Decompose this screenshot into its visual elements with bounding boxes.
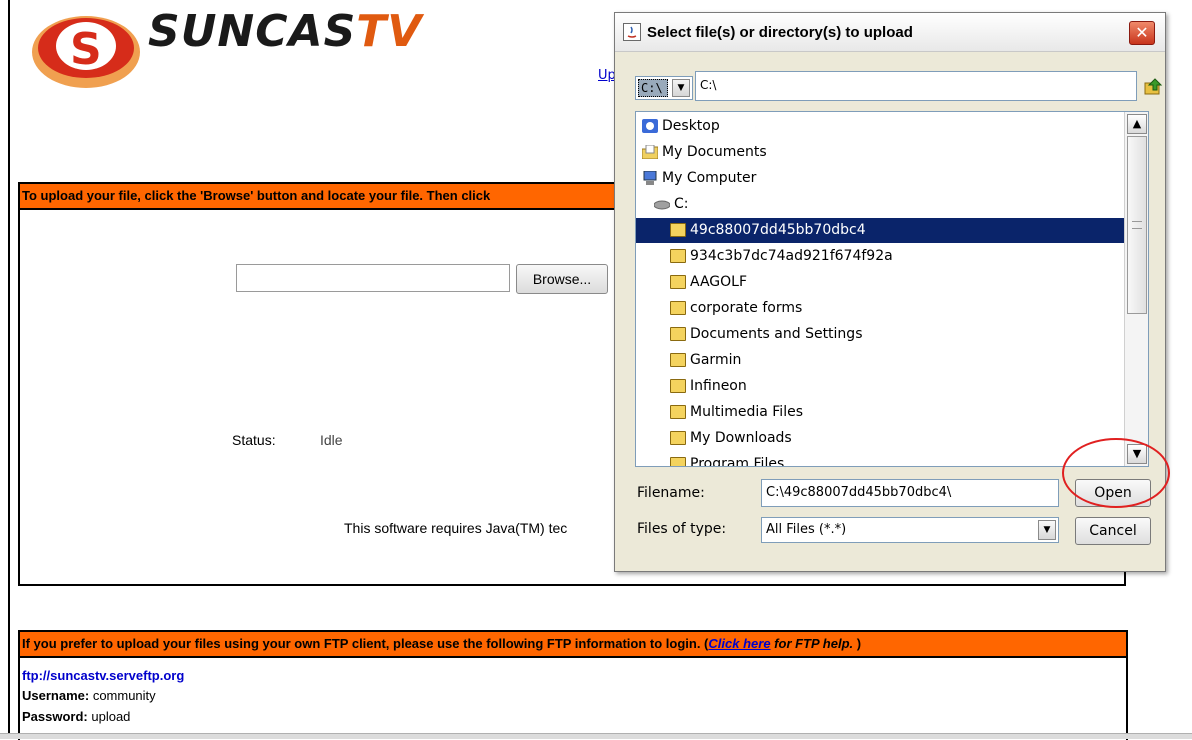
grip-icon [1132, 221, 1142, 229]
list-item-my-documents[interactable]: My Documents [636, 140, 1124, 165]
list-item-label: AAGOLF [690, 274, 748, 290]
ftp-header-text: If you prefer to upload your files using… [22, 636, 709, 651]
logo-wordmark-tv: TV [356, 6, 423, 57]
cancel-button[interactable]: Cancel [1075, 517, 1151, 545]
dialog-title: Select file(s) or directory(s) to upload [647, 24, 913, 41]
folder-icon [670, 275, 686, 289]
list-item-label: 49c88007dd45bb70dbc4 [690, 222, 866, 238]
list-item-label: Documents and Settings [690, 326, 863, 342]
path-field[interactable]: C:\ [695, 71, 1137, 101]
list-item-folder[interactable]: My Downloads [636, 426, 1124, 451]
highlight-circle-annotation [1062, 438, 1170, 508]
logo-wordmark-main: SUNCAS [148, 6, 357, 57]
list-item-label: Garmin [690, 352, 742, 368]
ftp-info-header: If you prefer to upload your files using… [20, 632, 1126, 658]
list-item-label: Multimedia Files [690, 404, 803, 420]
list-item-desktop[interactable]: Desktop [636, 114, 1124, 139]
up-folder-icon[interactable] [1143, 77, 1163, 97]
filename-field[interactable]: C:\49c88007dd45bb70dbc4\ [761, 479, 1059, 507]
status-label: Status: [232, 432, 276, 448]
ftp-username-key: Username: [22, 688, 90, 703]
list-item-folder[interactable]: Infineon [636, 374, 1124, 399]
list-item-label: Infineon [690, 378, 747, 394]
list-item-folder[interactable]: Multimedia Files [636, 400, 1124, 425]
list-item-label: Program Files [690, 456, 785, 467]
page-left-border [8, 0, 10, 738]
ftp-url-link[interactable]: ftp://suncastv.serveftp.org [22, 668, 184, 683]
list-item-label: C: [674, 196, 689, 212]
list-item-my-computer[interactable]: My Computer [636, 166, 1124, 191]
list-item-folder[interactable]: Documents and Settings [636, 322, 1124, 347]
list-item-folder[interactable]: 934c3b7dc74ad921f674f92a [636, 244, 1124, 269]
list-item-drive-c[interactable]: C: [636, 192, 1124, 217]
chevron-down-icon[interactable]: ▼ [1038, 520, 1056, 540]
folder-icon [670, 301, 686, 315]
files-of-type-value: All Files (*.*) [766, 522, 847, 537]
my-documents-icon [642, 145, 658, 159]
drive-icon [654, 200, 670, 210]
list-item-label: corporate forms [690, 300, 803, 316]
ftp-username-value: community [89, 688, 156, 703]
status-value: Idle [320, 432, 343, 448]
list-item-folder[interactable]: Program Files [636, 452, 1124, 467]
list-item-label: My Computer [662, 170, 757, 186]
page-bottom-border [0, 733, 1192, 739]
list-item-folder[interactable]: corporate forms [636, 296, 1124, 321]
filename-label: Filename: [637, 485, 705, 501]
logo-wordmark: SUNCASTV [148, 6, 422, 57]
files-of-type-dropdown[interactable]: All Files (*.*) ▼ [761, 517, 1059, 543]
file-list[interactable]: Desktop My Documents My Computer C: 49c8… [635, 111, 1149, 467]
scrollbar-thumb[interactable] [1127, 136, 1147, 314]
file-path-input[interactable] [236, 264, 510, 292]
ftp-help-tail: for FTP help. [770, 636, 854, 651]
close-icon[interactable]: ✕ [1129, 21, 1155, 45]
ftp-help-link[interactable]: Click here [708, 636, 770, 651]
scroll-up-arrow-icon[interactable]: ▲ [1127, 114, 1147, 134]
folder-icon [670, 379, 686, 393]
desktop-icon [642, 119, 658, 133]
folder-icon [670, 327, 686, 341]
files-of-type-label: Files of type: [637, 521, 727, 537]
list-item-folder[interactable]: Garmin [636, 348, 1124, 373]
ftp-password-key: Password: [22, 709, 88, 724]
folder-icon [670, 457, 686, 466]
folder-icon [670, 431, 686, 445]
java-app-icon [623, 23, 641, 41]
folder-icon [670, 353, 686, 367]
ftp-username: Username: community [22, 688, 156, 703]
dialog-titlebar[interactable]: Select file(s) or directory(s) to upload… [615, 13, 1165, 52]
browse-button[interactable]: Browse... [516, 264, 608, 294]
drive-dropdown[interactable]: C:\ ▼ [635, 76, 693, 100]
chevron-down-icon[interactable]: ▼ [672, 79, 690, 97]
java-requirement-note: This software requires Java(TM) tec [344, 520, 568, 536]
list-item-label: My Downloads [690, 430, 792, 446]
list-item-folder[interactable]: AAGOLF [636, 270, 1124, 295]
list-item-label: My Documents [662, 144, 767, 160]
list-item-folder-selected[interactable]: 49c88007dd45bb70dbc4 [636, 218, 1124, 243]
list-item-label: 934c3b7dc74ad921f674f92a [690, 248, 893, 264]
svg-text:S: S [70, 24, 102, 75]
ftp-password: Password: upload [22, 709, 130, 724]
folder-icon [670, 223, 686, 237]
folder-icon [670, 249, 686, 263]
vertical-scrollbar[interactable]: ▲ ▼ [1124, 112, 1148, 466]
drive-dropdown-value: C:\ [638, 79, 668, 97]
list-item-label: Desktop [662, 118, 720, 134]
folder-icon [670, 405, 686, 419]
ftp-header-close: ) [853, 636, 862, 651]
ftp-password-value: upload [87, 709, 131, 724]
my-computer-icon [643, 171, 657, 185]
